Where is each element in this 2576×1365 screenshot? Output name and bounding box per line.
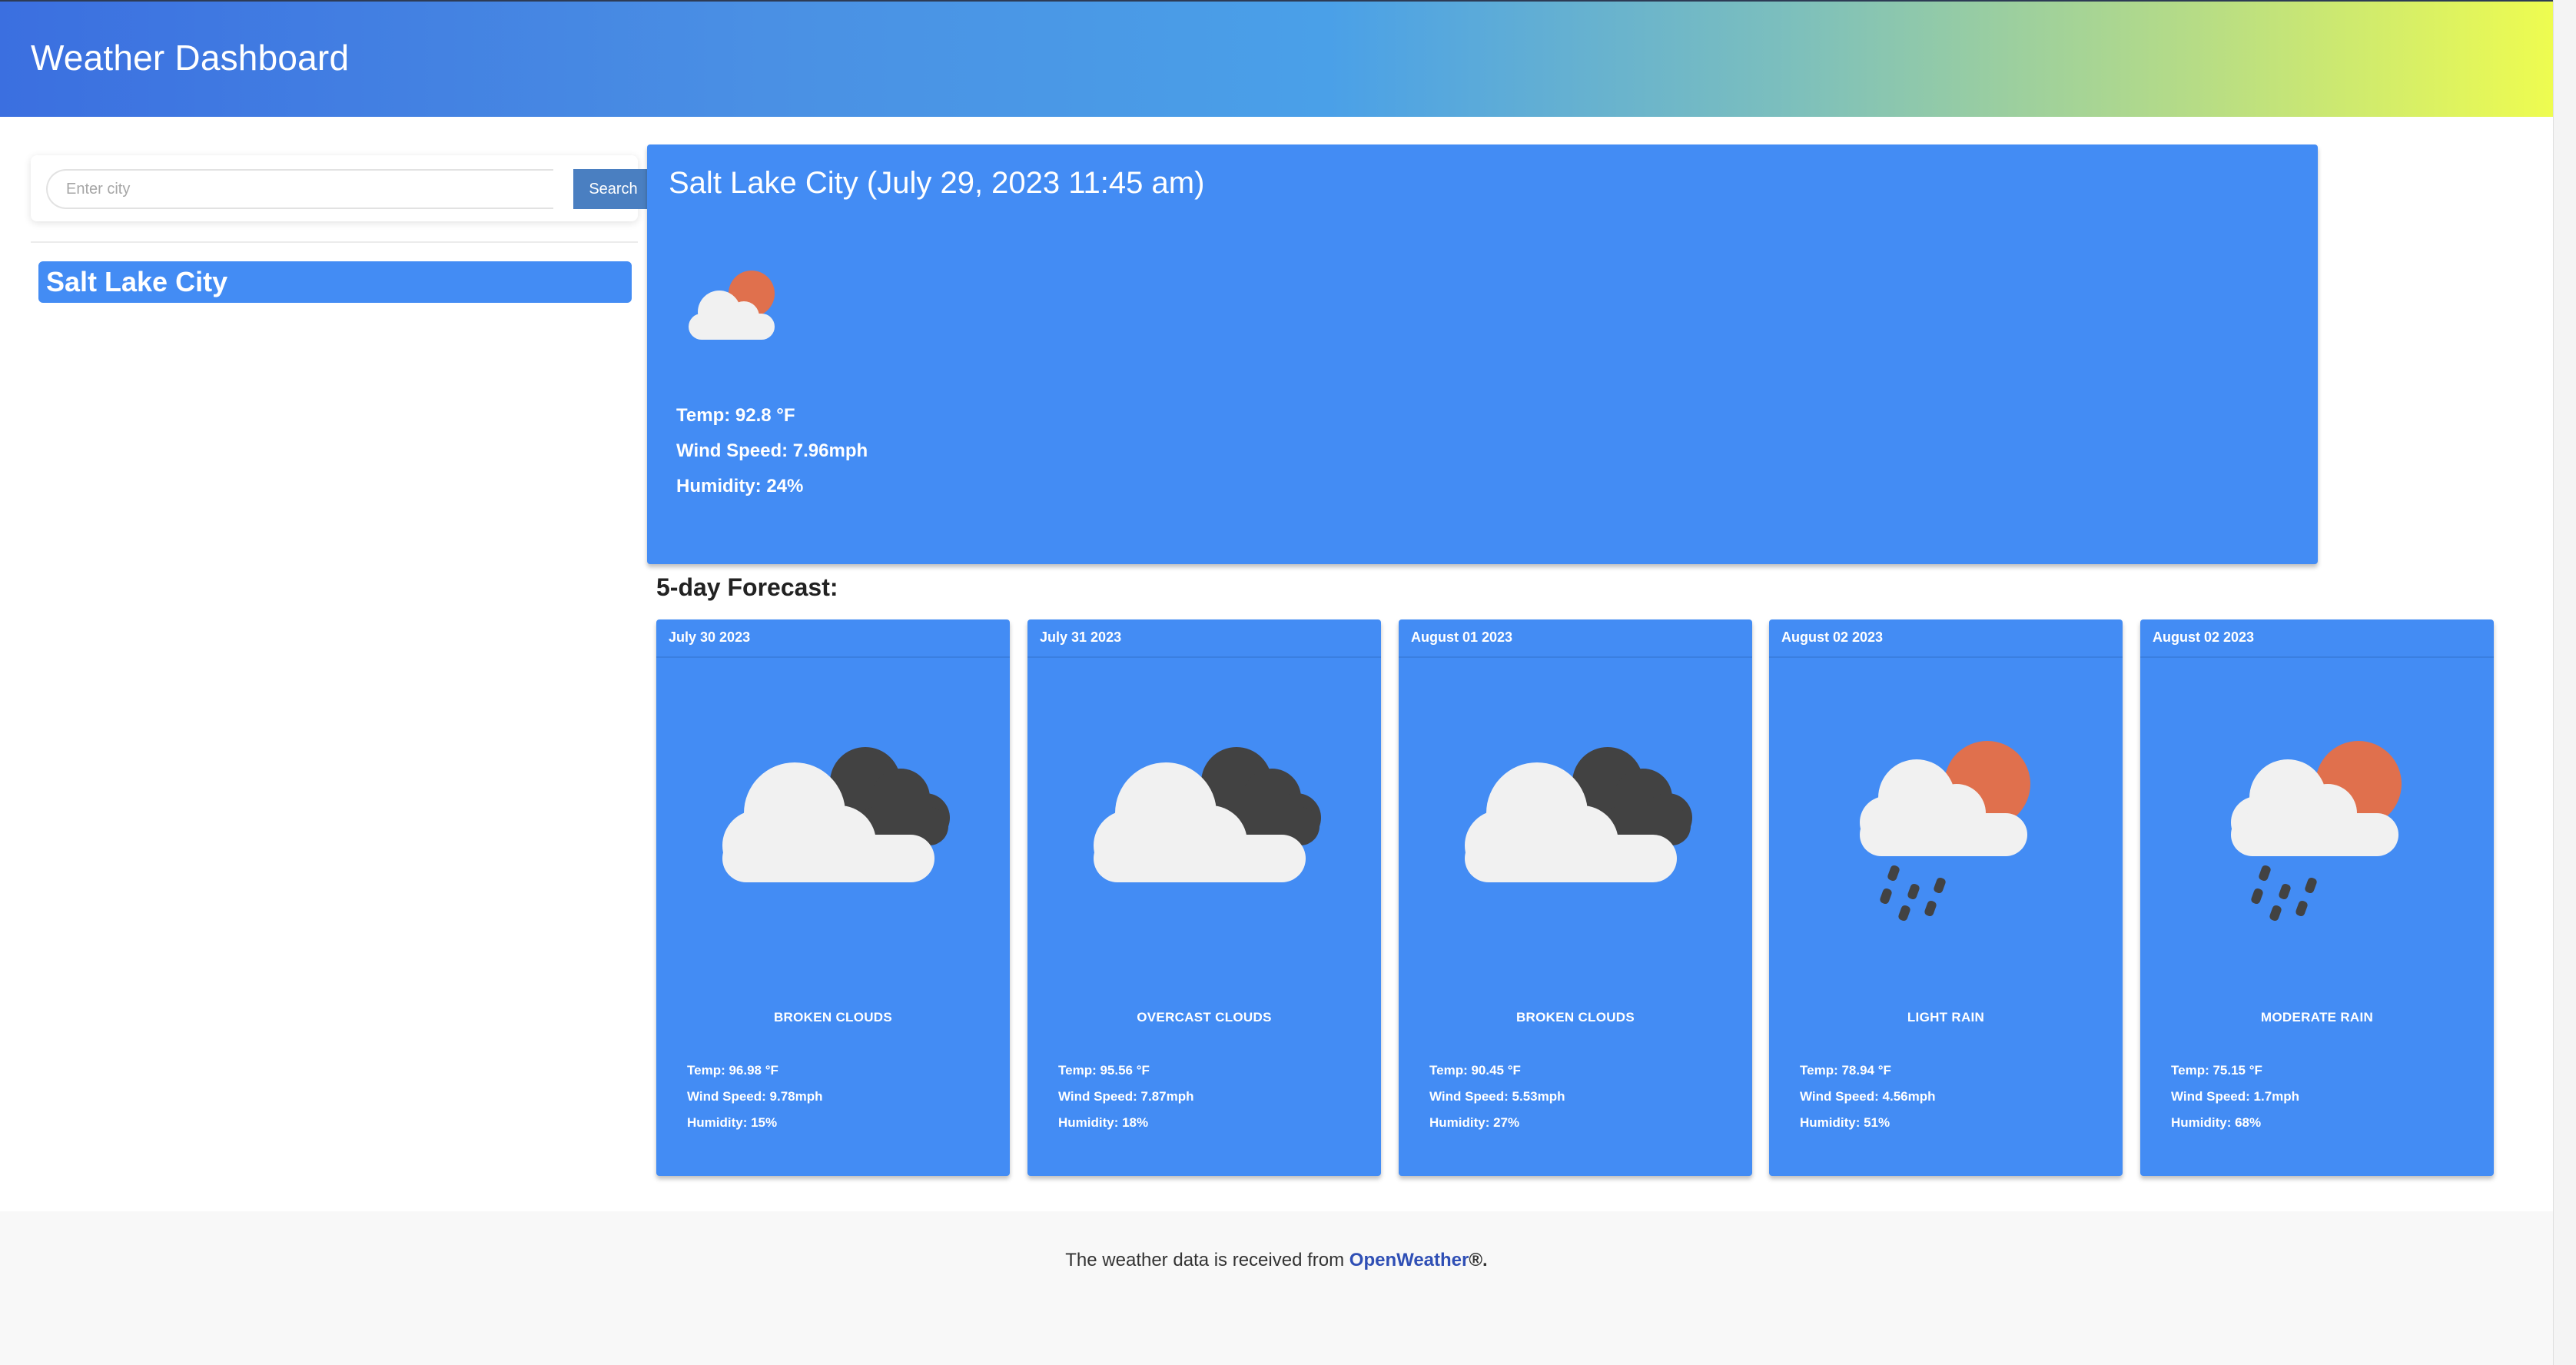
forecast-stats: Temp: 95.56 °F Wind Speed: 7.87mph Humid… [1058, 1058, 1193, 1136]
forecast-card: August 01 2023 BROKEN CLOUDS Temp: 90.45… [1399, 619, 1752, 1176]
forecast-humidity: Humidity: 51% [1800, 1115, 1891, 1130]
forecast-description: LIGHT RAIN [1907, 1010, 1985, 1025]
forecast-temp: Temp: 78.94 °F [1800, 1063, 1891, 1078]
openweather-link[interactable]: OpenWeather [1349, 1250, 1469, 1270]
forecast-temp: Temp: 96.98 °F [687, 1063, 778, 1078]
search-panel: Search [31, 155, 653, 221]
forecast-description: MODERATE RAIN [2260, 1010, 2374, 1025]
page-footer: The weather data is received from OpenWe… [0, 1211, 2553, 1365]
forecast-description: BROKEN CLOUDS [1515, 1010, 1635, 1025]
forecast-card: August 02 2023 MODERATE RAIN Temp: 75.15… [2140, 619, 2494, 1176]
app-header: Weather Dashboard [0, 0, 2553, 117]
rain-sun-icon [2186, 727, 2448, 927]
rain-sun-icon [1815, 727, 2076, 927]
current-weather-title: Salt Lake City (July 29, 2023 11:45 am) [669, 166, 1205, 200]
overcast-clouds-icon [1074, 727, 1335, 912]
forecast-description: OVERCAST CLOUDS [1137, 1010, 1272, 1025]
app-title: Weather Dashboard [31, 38, 350, 78]
forecast-stats: Temp: 78.94 °F Wind Speed: 4.56mph Humid… [1800, 1058, 1935, 1136]
broken-clouds-icon [1445, 727, 1706, 912]
forecast-wind: Wind Speed: 7.87mph [1058, 1089, 1194, 1104]
footer-attribution: The weather data is received from OpenWe… [0, 1250, 2553, 1271]
current-weather-stats: Temp: 92.8 °F Wind Speed: 7.96mph Humidi… [676, 398, 868, 504]
forecast-date: August 02 2023 [1769, 619, 2123, 658]
forecast-humidity: Humidity: 18% [1058, 1115, 1149, 1130]
forecast-humidity: Humidity: 68% [2171, 1115, 2262, 1130]
forecast-wind: Wind Speed: 4.56mph [1800, 1089, 1936, 1104]
forecast-date: August 01 2023 [1399, 619, 1752, 658]
forecast-description: BROKEN CLOUDS [773, 1010, 893, 1025]
page-scrollbar[interactable] [2553, 0, 2576, 1365]
forecast-humidity: Humidity: 15% [687, 1115, 778, 1130]
forecast-temp: Temp: 75.15 °F [2171, 1063, 2262, 1078]
city-search-input[interactable] [46, 169, 553, 209]
forecast-date: August 02 2023 [2140, 619, 2494, 658]
forecast-wind: Wind Speed: 1.7mph [2171, 1089, 2300, 1104]
forecast-humidity: Humidity: 27% [1429, 1115, 1520, 1130]
forecast-card: July 30 2023 BROKEN CLOUDS Temp: 96.98 °… [656, 619, 1010, 1176]
forecast-stats: Temp: 96.98 °F Wind Speed: 9.78mph Humid… [687, 1058, 822, 1136]
broken-clouds-icon [702, 727, 964, 912]
forecast-date: July 30 2023 [656, 619, 1010, 658]
history-item-salt-lake-city[interactable]: Salt Lake City [38, 261, 632, 303]
forecast-card: July 31 2023 OVERCAST CLOUDS Temp: 95.56… [1027, 619, 1381, 1176]
forecast-card: August 02 2023 LIGHT RAIN Temp: 78.94 °F… [1769, 619, 2123, 1176]
forecast-wind: Wind Speed: 5.53mph [1429, 1089, 1565, 1104]
current-humidity: Humidity: 24% [676, 476, 804, 497]
sidebar-divider [31, 241, 638, 243]
cloud-sun-icon [678, 267, 801, 352]
forecast-temp: Temp: 90.45 °F [1429, 1063, 1521, 1078]
forecast-stats: Temp: 75.15 °F Wind Speed: 1.7mph Humidi… [2171, 1058, 2299, 1136]
footer-text: The weather data is received from [1065, 1250, 1349, 1270]
forecast-stats: Temp: 90.45 °F Wind Speed: 5.53mph Humid… [1429, 1058, 1565, 1136]
current-wind: Wind Speed: 7.96mph [676, 440, 868, 461]
search-button[interactable]: Search [573, 169, 653, 209]
forecast-wind: Wind Speed: 9.78mph [687, 1089, 823, 1104]
current-weather-card: Salt Lake City (July 29, 2023 11:45 am) … [647, 144, 2318, 564]
forecast-date: July 31 2023 [1027, 619, 1381, 658]
forecast-heading: 5-day Forecast: [656, 573, 838, 601]
footer-trademark: ®. [1469, 1250, 1488, 1270]
current-temp: Temp: 92.8 °F [676, 405, 795, 426]
forecast-temp: Temp: 95.56 °F [1058, 1063, 1150, 1078]
